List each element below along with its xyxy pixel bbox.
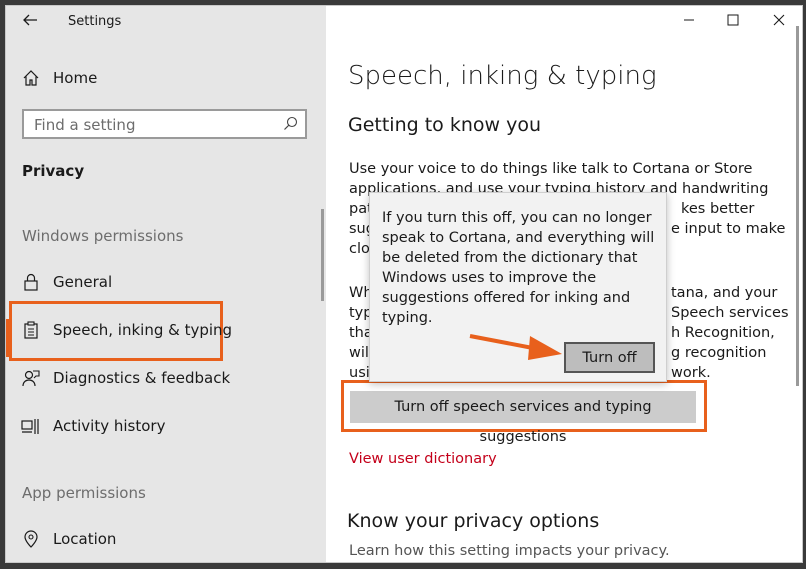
sidebar-item-label: Diagnostics & feedback xyxy=(53,369,231,387)
minimize-icon[interactable] xyxy=(682,12,696,31)
maximize-icon[interactable] xyxy=(726,12,740,31)
close-icon[interactable] xyxy=(772,12,786,31)
paragraph-line: kes better xyxy=(681,201,755,217)
category-heading: Privacy xyxy=(22,162,85,180)
sidebar-item-location[interactable]: Location xyxy=(6,525,321,555)
home-icon xyxy=(22,69,40,91)
activity-history-icon xyxy=(21,417,39,439)
sidebar-item-label: Speech, inking & typing xyxy=(53,321,233,339)
sidebar-scrollbar[interactable] xyxy=(321,209,324,301)
sidebar-item-label: Activity history xyxy=(53,417,166,435)
view-user-dictionary-link[interactable]: View user dictionary xyxy=(349,451,497,467)
app-permissions-heading: App permissions xyxy=(22,484,146,502)
sidebar-item-activity-history[interactable]: Activity history xyxy=(6,412,321,442)
sidebar-item-label: Home xyxy=(53,69,98,87)
location-pin-icon xyxy=(23,530,39,552)
sidebar-item-home[interactable]: Home xyxy=(6,64,326,94)
section-title-privacy-options: Know your privacy options xyxy=(347,510,600,532)
section-title-getting-to-know-you: Getting to know you xyxy=(348,114,542,136)
paragraph-line: tana, and your xyxy=(671,285,778,301)
window-title: Settings xyxy=(68,14,122,29)
search-box xyxy=(22,109,307,139)
search-input[interactable] xyxy=(34,115,274,135)
turn-off-confirm-button[interactable]: Turn off xyxy=(564,342,655,373)
sidebar-item-speech-inking-typing[interactable]: Speech, inking & typing xyxy=(12,316,232,346)
privacy-options-description: Learn how this setting impacts your priv… xyxy=(349,543,670,559)
sidebar-item-diagnostics-feedback[interactable]: Diagnostics & feedback xyxy=(6,364,321,394)
sidebar-item-label: General xyxy=(53,273,113,291)
windows-permissions-heading: Windows permissions xyxy=(22,227,184,245)
annotation-arrow-icon xyxy=(466,326,566,370)
flyout-message: If you turn this off, you can no longer … xyxy=(382,210,655,326)
search-icon[interactable] xyxy=(283,116,298,135)
paragraph-line: Use your voice to do things like talk to… xyxy=(349,161,753,177)
feedback-person-icon xyxy=(22,369,40,391)
paragraph-line: h Recognition, xyxy=(671,325,775,341)
back-arrow-icon[interactable] xyxy=(22,12,38,32)
clipboard-icon xyxy=(23,321,39,343)
sidebar-item-label: Location xyxy=(53,530,117,548)
paragraph-line: g recognition xyxy=(671,345,767,361)
sidebar: Settings Home Privacy Windows permission… xyxy=(6,6,326,562)
sidebar-item-general[interactable]: General xyxy=(6,268,321,298)
page-title: Speech, inking & typing xyxy=(348,61,657,91)
turn-off-speech-services-button[interactable]: Turn off speech services and typing sugg… xyxy=(350,391,696,445)
lock-icon xyxy=(23,273,39,295)
paragraph-line: e input to make xyxy=(671,221,786,237)
paragraph-line: Speech services xyxy=(671,305,789,321)
main-scrollbar[interactable] xyxy=(796,26,799,386)
